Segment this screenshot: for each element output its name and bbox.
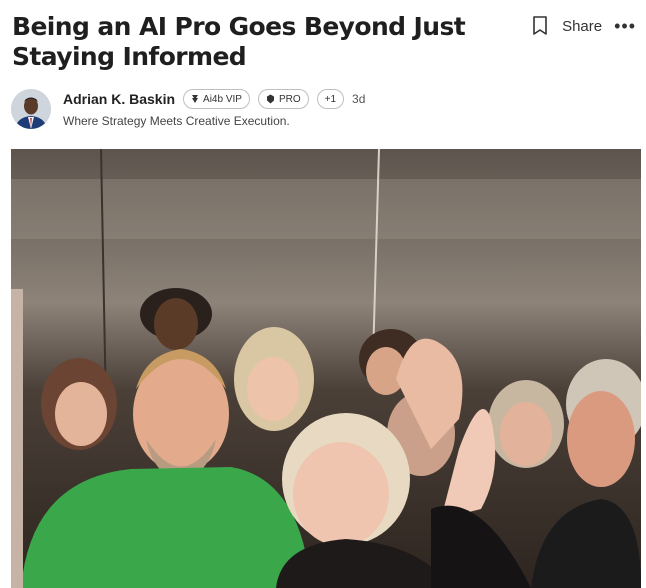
article-actions: Share ••• bbox=[532, 16, 636, 36]
bookmark-icon[interactable] bbox=[532, 16, 550, 36]
post-time: 3d bbox=[352, 92, 366, 106]
author-avatar[interactable] bbox=[11, 89, 51, 129]
pro-badge[interactable]: PRO bbox=[257, 89, 309, 109]
vip-pin-icon bbox=[192, 95, 199, 103]
author-row: Adrian K. Baskin Ai4b VIP PRO +1 3d bbox=[63, 89, 365, 109]
share-button[interactable]: Share bbox=[562, 18, 602, 35]
article-hero-image bbox=[11, 149, 641, 588]
author-name[interactable]: Adrian K. Baskin bbox=[63, 91, 175, 107]
more-options-icon[interactable]: ••• bbox=[614, 17, 636, 35]
pro-badge-label: PRO bbox=[278, 93, 301, 105]
pro-badge-icon bbox=[266, 94, 274, 104]
more-badges-button[interactable]: +1 bbox=[316, 89, 345, 109]
vip-badge-label: Ai4b VIP bbox=[203, 93, 242, 105]
author-tagline: Where Strategy Meets Creative Execution. bbox=[63, 114, 290, 128]
article-title: Being an AI Pro Goes Beyond Just Staying… bbox=[12, 12, 466, 71]
vip-badge[interactable]: Ai4b VIP bbox=[183, 89, 250, 109]
